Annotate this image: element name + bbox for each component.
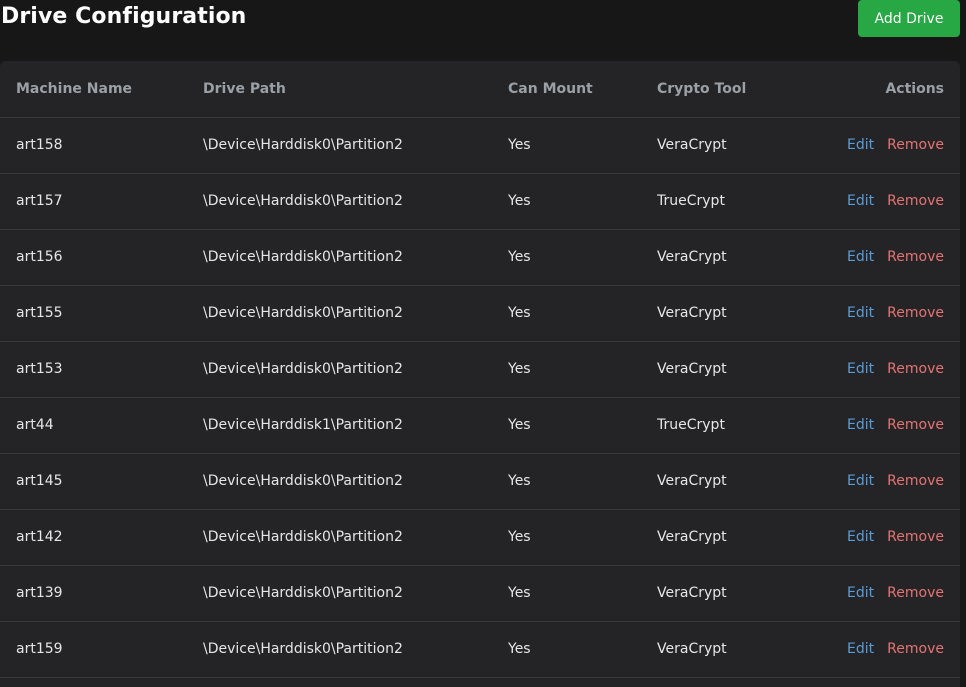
edit-link[interactable]: Edit xyxy=(847,361,874,377)
edit-link[interactable]: Edit xyxy=(847,529,874,545)
machine-name-cell: art153 xyxy=(0,341,203,398)
drive-configuration-page: Drive Configuration Add Drive Machine Na… xyxy=(0,0,966,687)
remove-link[interactable]: Remove xyxy=(887,417,944,433)
table-row: art139 \Device\Harddisk0\Partition2 Yes … xyxy=(0,565,960,622)
can-mount-cell: Yes xyxy=(508,621,657,678)
machine-name-cell: art145 xyxy=(0,453,203,510)
crypto-tool-cell: TrueCrypt xyxy=(657,173,807,230)
edit-link[interactable]: Edit xyxy=(847,417,874,433)
table-row: art159 \Device\Harddisk0\Partition2 Yes … xyxy=(0,621,960,678)
table-row: art157 \Device\Harddisk0\Partition2 Yes … xyxy=(0,173,960,230)
crypto-tool-cell: VeraCrypt xyxy=(657,565,807,622)
crypto-tool-cell: VeraCrypt xyxy=(657,621,807,678)
drive-path-cell: \Device\Harddisk0\Partition2 xyxy=(203,229,508,286)
can-mount-cell: Yes xyxy=(508,565,657,622)
actions-cell: Edit Remove xyxy=(807,565,960,622)
column-header-can-mount: Can Mount xyxy=(508,61,657,118)
drive-path-cell: \Device\Harddisk0\Partition2 xyxy=(203,117,508,174)
machine-name-cell: art156 xyxy=(0,229,203,286)
machine-name-cell: art44 xyxy=(0,397,203,454)
edit-link[interactable]: Edit xyxy=(847,473,874,489)
remove-link[interactable]: Remove xyxy=(887,137,944,153)
actions-cell: Edit Remove xyxy=(807,117,960,174)
actions-cell: Edit Remove xyxy=(807,173,960,230)
actions-cell: Edit Remove xyxy=(807,229,960,286)
can-mount-cell: Yes xyxy=(508,117,657,174)
actions-cell: Edit Remove xyxy=(807,621,960,678)
drive-path-cell: \Device\Harddisk0\Partition2 xyxy=(203,621,508,678)
crypto-tool-cell: TrueCrypt xyxy=(657,397,807,454)
crypto-tool-cell: VeraCrypt xyxy=(657,285,807,342)
crypto-tool-cell: VeraCrypt xyxy=(657,117,807,174)
table-row: art155 \Device\Harddisk0\Partition2 Yes … xyxy=(0,285,960,342)
table-row: art44 \Device\Harddisk1\Partition2 Yes T… xyxy=(0,397,960,454)
table-row: art153 \Device\Harddisk0\Partition2 Yes … xyxy=(0,341,960,398)
remove-link[interactable]: Remove xyxy=(887,473,944,489)
machine-name-cell: art158 xyxy=(0,117,203,174)
crypto-tool-cell: VeraCrypt xyxy=(657,509,807,566)
column-header-crypto-tool: Crypto Tool xyxy=(657,61,807,118)
table-header: Machine Name Drive Path Can Mount Crypto… xyxy=(0,61,960,118)
page-title: Drive Configuration xyxy=(1,4,247,29)
machine-name-cell: art157 xyxy=(0,173,203,230)
remove-link[interactable]: Remove xyxy=(887,641,944,657)
drive-path-cell: \Device\Harddisk0\Partition2 xyxy=(203,173,508,230)
can-mount-cell: Yes xyxy=(508,341,657,398)
table-body: art158 \Device\Harddisk0\Partition2 Yes … xyxy=(0,117,960,678)
actions-cell: Edit Remove xyxy=(807,341,960,398)
remove-link[interactable]: Remove xyxy=(887,529,944,545)
can-mount-cell: Yes xyxy=(508,229,657,286)
remove-link[interactable]: Remove xyxy=(887,305,944,321)
column-header-actions: Actions xyxy=(807,61,960,118)
crypto-tool-cell: VeraCrypt xyxy=(657,453,807,510)
actions-cell: Edit Remove xyxy=(807,509,960,566)
table-header-row: Machine Name Drive Path Can Mount Crypto… xyxy=(0,61,960,118)
machine-name-cell: art139 xyxy=(0,565,203,622)
edit-link[interactable]: Edit xyxy=(847,585,874,601)
edit-link[interactable]: Edit xyxy=(847,193,874,209)
machine-name-cell: art142 xyxy=(0,509,203,566)
remove-link[interactable]: Remove xyxy=(887,585,944,601)
column-header-drive-path: Drive Path xyxy=(203,61,508,118)
column-header-machine-name: Machine Name xyxy=(0,61,203,118)
remove-link[interactable]: Remove xyxy=(887,249,944,265)
table-row: art145 \Device\Harddisk0\Partition2 Yes … xyxy=(0,453,960,510)
actions-cell: Edit Remove xyxy=(807,285,960,342)
edit-link[interactable]: Edit xyxy=(847,641,874,657)
drive-path-cell: \Device\Harddisk0\Partition2 xyxy=(203,285,508,342)
can-mount-cell: Yes xyxy=(508,509,657,566)
remove-link[interactable]: Remove xyxy=(887,193,944,209)
actions-cell: Edit Remove xyxy=(807,397,960,454)
machine-name-cell: art159 xyxy=(0,621,203,678)
can-mount-cell: Yes xyxy=(508,285,657,342)
drive-path-cell: \Device\Harddisk0\Partition2 xyxy=(203,565,508,622)
remove-link[interactable]: Remove xyxy=(887,361,944,377)
table-row: art142 \Device\Harddisk0\Partition2 Yes … xyxy=(0,509,960,566)
crypto-tool-cell: VeraCrypt xyxy=(657,341,807,398)
add-drive-button[interactable]: Add Drive xyxy=(858,0,960,37)
can-mount-cell: Yes xyxy=(508,397,657,454)
machine-name-cell: art155 xyxy=(0,285,203,342)
actions-cell: Edit Remove xyxy=(807,453,960,510)
drive-path-cell: \Device\Harddisk0\Partition2 xyxy=(203,341,508,398)
drive-path-cell: \Device\Harddisk0\Partition2 xyxy=(203,453,508,510)
table-row: art158 \Device\Harddisk0\Partition2 Yes … xyxy=(0,117,960,174)
can-mount-cell: Yes xyxy=(508,453,657,510)
edit-link[interactable]: Edit xyxy=(847,249,874,265)
drives-table-card: Machine Name Drive Path Can Mount Crypto… xyxy=(0,61,960,687)
drives-table: Machine Name Drive Path Can Mount Crypto… xyxy=(0,61,960,678)
table-row: art156 \Device\Harddisk0\Partition2 Yes … xyxy=(0,229,960,286)
edit-link[interactable]: Edit xyxy=(847,305,874,321)
edit-link[interactable]: Edit xyxy=(847,137,874,153)
crypto-tool-cell: VeraCrypt xyxy=(657,229,807,286)
drive-path-cell: \Device\Harddisk0\Partition2 xyxy=(203,509,508,566)
drive-path-cell: \Device\Harddisk1\Partition2 xyxy=(203,397,508,454)
can-mount-cell: Yes xyxy=(508,173,657,230)
